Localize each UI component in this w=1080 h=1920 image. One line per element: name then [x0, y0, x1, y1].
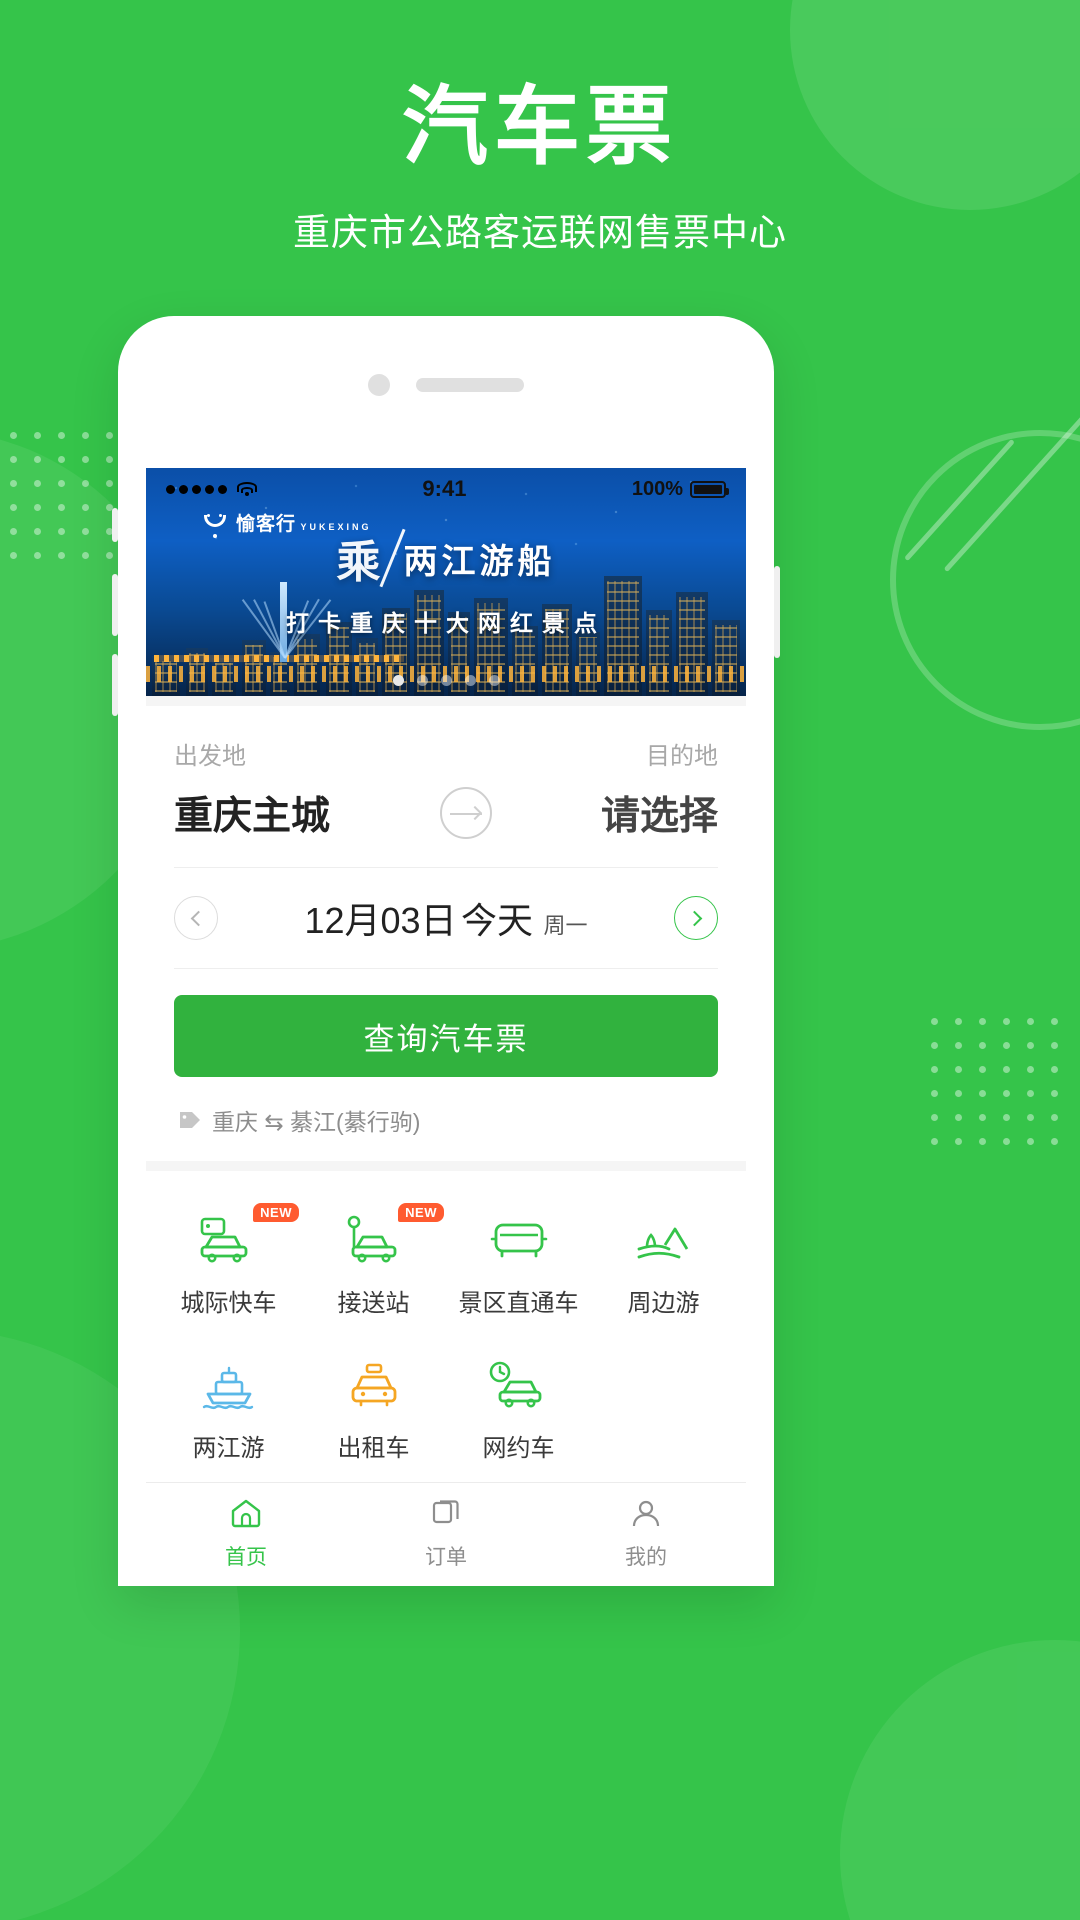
- banner-decor-stroke: [378, 528, 406, 588]
- page-title: 汽车票: [402, 79, 678, 175]
- service-label: 城际快车: [180, 1290, 277, 1317]
- service-label: 两江游: [192, 1435, 265, 1462]
- to-label: 目的地: [646, 743, 718, 770]
- service-label: 景区直通车: [458, 1290, 579, 1317]
- chevron-right-icon[interactable]: [674, 896, 718, 940]
- service-item-scenic-direct-bus[interactable]: 景区直通车: [446, 1211, 591, 1318]
- from-city-select[interactable]: 重庆主城: [174, 785, 330, 841]
- nearby-travel-mountain-icon: [627, 1211, 701, 1269]
- recent-route-text: 重庆 ⇆ 綦江(綦行驹): [212, 1109, 421, 1135]
- carousel-dot[interactable]: [416, 675, 428, 686]
- phone-button-power: [774, 566, 780, 658]
- carousel-dot[interactable]: [464, 675, 476, 686]
- banner-copy: 乘 两江游船 打卡重庆十大网红景点: [146, 526, 746, 638]
- phone-notch: [118, 374, 774, 396]
- banner-title-char: 乘: [336, 538, 381, 587]
- status-bar-time: 9:41: [422, 476, 467, 501]
- wifi-icon: [237, 481, 257, 497]
- service-item-river-cruise[interactable]: 两江游: [156, 1356, 301, 1463]
- signal-dots-icon: [166, 484, 227, 494]
- service-label: 网约车: [482, 1435, 555, 1462]
- new-badge: NEW: [253, 1203, 299, 1222]
- profile-icon: [629, 1498, 663, 1533]
- date-selector-row: 12月03日 今天 周一: [174, 868, 718, 968]
- new-badge: NEW: [398, 1203, 444, 1222]
- od-values: 重庆主城 请选择: [174, 785, 718, 841]
- front-camera-icon: [368, 374, 390, 396]
- section-divider: [146, 696, 746, 706]
- od-labels: 出发地 目的地: [174, 706, 718, 771]
- taxi-icon: [337, 1356, 411, 1414]
- swap-circle-icon[interactable]: [439, 787, 492, 839]
- banner-subtitle: 打卡重庆十大网红景点: [286, 610, 606, 636]
- date-weekday-label: 周一: [543, 913, 588, 938]
- service-label: 出租车: [337, 1435, 410, 1462]
- recent-route-hint[interactable]: 重庆 ⇆ 綦江(綦行驹): [174, 1077, 718, 1161]
- service-item-intercity-express[interactable]: NEW 城际快车: [156, 1203, 301, 1318]
- ticket-search-card: 出发地 目的地 重庆主城 请选择 12月03日 今天 周一 查询汽车票 重庆 ⇆…: [146, 696, 746, 1161]
- ride-hailing-clock-car-icon: [482, 1356, 556, 1414]
- service-item-station-shuttle[interactable]: NEW 接送站: [301, 1203, 446, 1318]
- phone-button-volume-down: [112, 654, 118, 716]
- divider: [174, 968, 718, 969]
- banner-title-main: 两江游船: [403, 542, 556, 581]
- tag-icon: [178, 1109, 202, 1131]
- home-icon: [229, 1498, 263, 1533]
- carousel-dot[interactable]: [392, 675, 404, 686]
- banner-carousel-dots[interactable]: [146, 675, 746, 686]
- tab-orders[interactable]: 订单: [346, 1498, 546, 1571]
- promo-banner[interactable]: 9:41 100% 愉客行 YUKEXING 乘 两江游船 打卡重庆十大网红景点: [146, 468, 746, 696]
- date-value: 12月03日: [304, 900, 457, 941]
- date-today-label: 今天: [461, 900, 534, 941]
- service-label: 接送站: [337, 1290, 410, 1317]
- app-screen: 9:41 100% 愉客行 YUKEXING 乘 两江游船 打卡重庆十大网红景点…: [146, 468, 746, 1586]
- services-grid: NEW 城际快车 NEW 接送站 景区直通车 周边游 两江游 出租车 网约车: [156, 1203, 736, 1463]
- battery-percent-label: 100%: [631, 477, 683, 500]
- service-label: 周边游: [627, 1290, 700, 1317]
- service-item-taxi[interactable]: 出租车: [301, 1356, 446, 1463]
- to-city-select[interactable]: 请选择: [601, 785, 718, 841]
- phone-button-mute: [112, 508, 118, 542]
- decor-dot-grid-right: [931, 1018, 1058, 1145]
- bottom-tab-bar: 首页 订单 我的: [146, 1482, 746, 1586]
- service-item-ride-hailing[interactable]: 网约车: [446, 1356, 591, 1463]
- decor-blob-bottom-right: [840, 1640, 1080, 1920]
- status-bar: 9:41 100%: [146, 468, 746, 510]
- phone-mockup: 9:41 100% 愉客行 YUKEXING 乘 两江游船 打卡重庆十大网红景点…: [112, 316, 780, 1586]
- tab-label: 首页: [225, 1546, 267, 1569]
- page-subtitle: 重庆市公路客运联网售票中心: [293, 212, 787, 254]
- selected-date[interactable]: 12月03日 今天 周一: [304, 892, 587, 944]
- from-label: 出发地: [174, 743, 246, 770]
- battery-full-icon: [689, 480, 729, 498]
- cruise-ship-icon: [192, 1356, 266, 1414]
- orders-icon: [429, 1498, 463, 1533]
- carousel-dot[interactable]: [488, 675, 500, 686]
- carousel-dot[interactable]: [440, 675, 452, 686]
- tab-profile[interactable]: 我的: [546, 1498, 746, 1571]
- earpiece-speaker: [416, 378, 524, 392]
- tab-label: 订单: [425, 1546, 467, 1569]
- services-section: NEW 城际快车 NEW 接送站 景区直通车 周边游 两江游 出租车 网约车: [146, 1161, 746, 1482]
- tab-home[interactable]: 首页: [146, 1498, 346, 1571]
- phone-button-volume-up: [112, 574, 118, 636]
- scenic-direct-bus-icon: [482, 1211, 556, 1269]
- promo-header: 汽车票 重庆市公路客运联网售票中心: [0, 0, 1080, 256]
- service-item-nearby-travel[interactable]: 周边游: [591, 1211, 736, 1318]
- tab-label: 我的: [625, 1546, 667, 1569]
- search-tickets-button[interactable]: 查询汽车票: [174, 995, 718, 1077]
- chevron-left-icon[interactable]: [174, 896, 218, 940]
